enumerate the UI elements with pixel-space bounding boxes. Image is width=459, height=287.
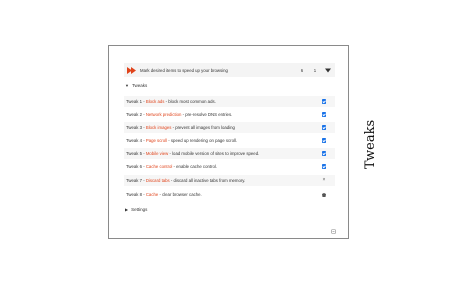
triangle-right-icon: ▶ <box>125 207 129 212</box>
triangle-down-icon: ▼ <box>125 83 129 88</box>
tweak-row[interactable]: Tweak 3 - Block images - prevent all ima… <box>124 122 335 133</box>
play-icon[interactable] <box>127 66 137 74</box>
tweak-row[interactable]: Tweak 2 - Network prediction - pre-resol… <box>124 109 335 120</box>
tweak-description: Tweak 4 - Page scroll - speed up renderi… <box>124 138 319 143</box>
tweak-checkbox[interactable] <box>319 123 329 133</box>
side-title: Tweaks <box>360 119 382 169</box>
tweak-prefix: Tweak 5 - <box>126 151 146 156</box>
settings-section-label: Settings <box>131 207 148 212</box>
side-title-text: Tweaks <box>363 119 379 169</box>
tweak-detail: - load mobile version of sites to improv… <box>168 151 260 156</box>
tweak-prefix: Tweak 8 - <box>126 192 146 197</box>
tweak-description: Tweak 3 - Block images - prevent all ima… <box>124 125 319 130</box>
tweak-row[interactable]: Tweak 8 - Cache - clear browser cache. <box>124 189 335 200</box>
tweak-description: Tweak 5 - Mobile view - load mobile vers… <box>124 151 319 156</box>
tweak-description: Tweak 8 - Cache - clear browser cache. <box>124 192 319 197</box>
tweak-description: Tweak 2 - Network prediction - pre-resol… <box>124 112 319 117</box>
checkbox-checked-icon <box>321 99 327 104</box>
tweak-prefix: Tweak 4 - <box>126 138 146 143</box>
tweak-description: Tweak 7 - Discard tabs - discard all ina… <box>124 178 319 183</box>
tweak-name-link[interactable]: Block ads <box>146 99 165 104</box>
tweak-checkbox[interactable] <box>319 162 329 172</box>
counter-a: 6 <box>300 67 304 73</box>
checkbox-checked-icon <box>321 164 327 169</box>
tweak-name-link[interactable]: Block images <box>146 125 172 130</box>
tweak-checkbox[interactable] <box>319 149 329 159</box>
tweak-detail: - prevent all images from loading <box>171 125 235 130</box>
tweak-checkbox[interactable] <box>319 97 329 107</box>
tweak-row[interactable]: Tweak 5 - Mobile view - load mobile vers… <box>124 148 335 159</box>
tweaks-section-label: Tweaks <box>131 83 148 88</box>
close-icon: × <box>322 177 326 183</box>
tweak-detail: - speed up rendering on page scroll. <box>167 138 238 143</box>
tweak-name-link[interactable]: Cache control <box>146 164 173 169</box>
tweak-row[interactable]: Tweak 6 - Cache control - enable cache c… <box>124 161 335 172</box>
counter-b: 1 <box>313 67 317 73</box>
checkbox-checked-icon <box>321 151 327 156</box>
tweak-prefix: Tweak 2 - <box>126 112 146 117</box>
tweak-detail: - pre-resolve DNS entries. <box>181 112 233 117</box>
resize-icon[interactable] <box>331 221 336 234</box>
top-bar: Mark desired items to speed up your brow… <box>124 63 335 77</box>
tweak-row[interactable]: Tweak 1 - Block ads - block most common … <box>124 96 335 107</box>
clear-cache-button[interactable] <box>319 190 329 200</box>
tweak-detail: - clear browser cache. <box>158 192 202 197</box>
settings-section-toggle[interactable]: ▶ Settings <box>125 207 147 212</box>
tweak-detail: - block most common ads. <box>164 99 216 104</box>
tweak-row[interactable]: Tweak 7 - Discard tabs - discard all ina… <box>124 175 335 186</box>
tweak-detail: - enable cache control. <box>172 164 218 169</box>
tweaks-section-toggle[interactable]: ▼ Tweaks <box>125 83 147 88</box>
tweak-description: Tweak 1 - Block ads - block most common … <box>124 99 319 104</box>
tweaks-panel: Mark desired items to speed up your brow… <box>108 45 349 239</box>
checkbox-checked-icon <box>321 112 327 117</box>
tweak-prefix: Tweak 7 - <box>126 178 146 183</box>
tweak-prefix: Tweak 1 - <box>126 99 146 104</box>
tweak-description: Tweak 6 - Cache control - enable cache c… <box>124 164 319 169</box>
tweak-detail: - discard all inactive tabs from memory. <box>169 178 246 183</box>
discard-button[interactable]: × <box>319 176 329 186</box>
broom-icon <box>322 192 326 197</box>
tweak-name-link[interactable]: Cache <box>146 192 158 197</box>
tweak-checkbox[interactable] <box>319 110 329 120</box>
chevron-down-icon[interactable] <box>324 66 332 74</box>
page: Mark desired items to speed up your brow… <box>0 0 459 287</box>
tweak-prefix: Tweak 6 - <box>126 164 146 169</box>
tweak-name-link[interactable]: Page scroll <box>146 138 167 143</box>
tweak-checkbox[interactable] <box>319 136 329 146</box>
tweak-prefix: Tweak 3 - <box>126 125 146 130</box>
top-bar-message: Mark desired items to speed up your brow… <box>140 67 228 73</box>
checkbox-checked-icon <box>321 125 327 130</box>
tweak-name-link[interactable]: Mobile view <box>146 151 168 156</box>
tweak-name-link[interactable]: Network prediction <box>146 112 182 117</box>
checkbox-checked-icon <box>321 138 327 143</box>
tweak-row[interactable]: Tweak 4 - Page scroll - speed up renderi… <box>124 135 335 146</box>
tweak-name-link[interactable]: Discard tabs <box>146 178 170 183</box>
